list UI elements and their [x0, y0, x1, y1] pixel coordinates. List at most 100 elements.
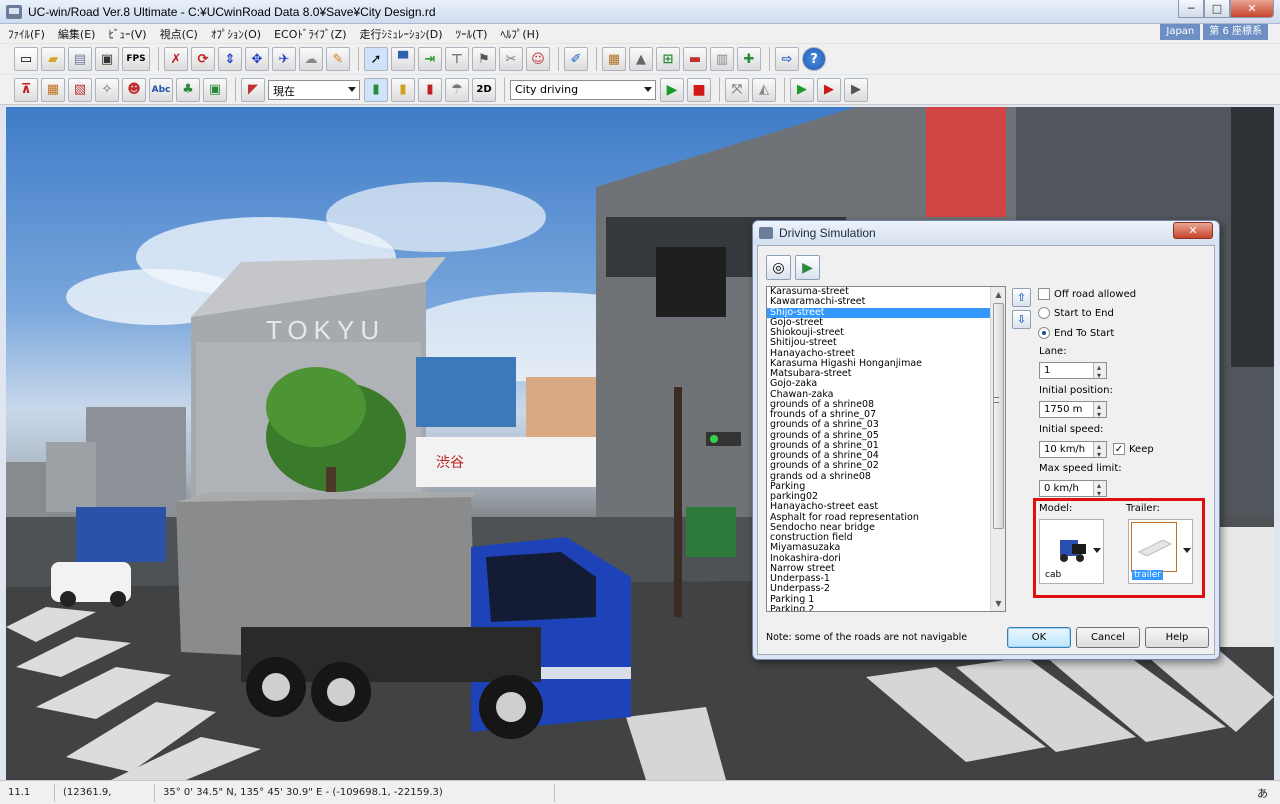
road-list-item[interactable]: Underpass-2: [767, 583, 1005, 594]
keep-checkbox[interactable]: ✓: [1113, 443, 1125, 455]
menu-viewpoint[interactable]: 視点(C): [160, 26, 198, 42]
paint-icon[interactable]: ✎: [326, 47, 350, 71]
menu-options[interactable]: ｵﾌﾟｼｮﾝ(O): [211, 26, 261, 42]
grid-icon[interactable]: ▦: [602, 47, 626, 71]
new-file-icon[interactable]: ▭: [14, 47, 38, 71]
start-to-end-option[interactable]: Start to End: [1038, 307, 1114, 319]
car-icon[interactable]: ▀: [391, 47, 415, 71]
coordinate-system-indicator[interactable]: 第 6 座標系: [1203, 24, 1268, 40]
move-icon[interactable]: ✥: [245, 47, 269, 71]
text-icon[interactable]: Abc: [149, 77, 173, 102]
spinner-arrows-icon[interactable]: [1093, 399, 1106, 422]
export-icon[interactable]: ⇨: [775, 47, 799, 71]
help-button[interactable]: Help: [1145, 627, 1209, 648]
signal-stop-icon[interactable]: ▶: [844, 77, 868, 102]
end-to-start-radio[interactable]: [1038, 327, 1050, 339]
gate-icon[interactable]: ⇥: [418, 47, 442, 71]
scenario-combo[interactable]: City driving: [510, 79, 656, 100]
minimize-button[interactable]: ─: [1178, 0, 1204, 18]
menu-driving-sim[interactable]: 走行ｼﾐｭﾚｰｼｮﾝ(D): [360, 26, 443, 42]
person-icon[interactable]: ☺: [526, 47, 550, 71]
time-icon[interactable]: ◤: [241, 77, 265, 102]
steering-wheel-icon[interactable]: ◎: [766, 255, 791, 280]
fps-icon[interactable]: FPS: [122, 47, 150, 71]
road-red-icon[interactable]: ⊼: [14, 77, 38, 102]
chevron-down-icon[interactable]: [1183, 548, 1191, 553]
people-icon[interactable]: ☻: [122, 77, 146, 102]
document-icon[interactable]: ▥: [710, 47, 734, 71]
spinner-arrows-icon[interactable]: [1093, 360, 1106, 383]
open-folder-icon[interactable]: ▰: [41, 47, 65, 71]
keep-option[interactable]: ✓ Keep: [1113, 443, 1154, 455]
move-vertical-icon[interactable]: ⇕: [218, 47, 242, 71]
rotate-icon[interactable]: ⟳: [191, 47, 215, 71]
move-down-button[interactable]: ⇩: [1012, 310, 1031, 329]
menu-tools[interactable]: ﾂｰﾙ(T): [456, 26, 488, 42]
chevron-down-icon[interactable]: [1093, 548, 1101, 553]
plane-icon[interactable]: ✈: [272, 47, 296, 71]
weather-icon[interactable]: ☂: [445, 77, 469, 102]
spinner-arrows-icon[interactable]: [1093, 439, 1106, 462]
region-indicator[interactable]: Japan: [1160, 24, 1201, 40]
sign-icon[interactable]: ⊞: [656, 47, 680, 71]
spinner-arrows-icon[interactable]: [1093, 478, 1106, 501]
route-play-icon[interactable]: ▶: [795, 255, 820, 280]
initial-position-spinner[interactable]: 1750 m: [1039, 399, 1107, 422]
ok-button[interactable]: OK: [1007, 627, 1071, 648]
flag-icon[interactable]: ⚑: [472, 47, 496, 71]
view-2d-icon[interactable]: 2D: [472, 77, 496, 102]
road-list-item[interactable]: Kawaramachi-street: [767, 296, 1005, 307]
save-icon[interactable]: ▣: [95, 47, 119, 71]
road-list-item[interactable]: grounds of a shrine_03: [767, 419, 1005, 430]
help-icon[interactable]: ?: [802, 47, 826, 71]
zoom-fit-icon[interactable]: ⤧: [725, 77, 749, 102]
initial-speed-spinner[interactable]: 10 km/h: [1039, 439, 1107, 462]
scroll-thumb[interactable]: [993, 303, 1004, 529]
database-icon[interactable]: ▤: [68, 47, 92, 71]
menu-view[interactable]: ﾋﾞｭｰ(V): [108, 26, 146, 42]
off-road-option[interactable]: Off road allowed: [1038, 288, 1136, 300]
scroll-up-icon[interactable]: ▲: [991, 287, 1005, 302]
traffic-red-icon[interactable]: ▮: [418, 77, 442, 102]
traffic-yellow-icon[interactable]: ▮: [391, 77, 415, 102]
pen-icon[interactable]: ✐: [564, 47, 588, 71]
image-icon[interactable]: ▣: [203, 77, 227, 102]
terrain-icon[interactable]: ◭: [752, 77, 776, 102]
scroll-down-icon[interactable]: ▼: [991, 596, 1005, 611]
menu-edit[interactable]: 編集(E): [58, 26, 96, 42]
crane-icon[interactable]: ⊤: [445, 47, 469, 71]
lane-spinner[interactable]: 1: [1039, 360, 1107, 383]
cloud-icon[interactable]: ☁: [299, 47, 323, 71]
stop-icon[interactable]: ■: [687, 77, 711, 102]
signal-green-icon[interactable]: ▶: [790, 77, 814, 102]
road-list-item[interactable]: Hanayacho-street east: [767, 501, 1005, 512]
vehicle-icon[interactable]: ▬: [683, 47, 707, 71]
table-icon[interactable]: ▦: [41, 77, 65, 102]
road-icon[interactable]: ▲: [629, 47, 653, 71]
move-up-button[interactable]: ⇧: [1012, 288, 1031, 307]
select-icon[interactable]: ➚: [364, 47, 388, 71]
road-list-item[interactable]: Parking 2: [767, 604, 1005, 611]
add-icon[interactable]: ✚: [737, 47, 761, 71]
time-combo[interactable]: 現在: [268, 79, 360, 100]
menu-eco-drive[interactable]: ECOﾄﾞﾗｲﾌﾞ(Z): [274, 26, 346, 42]
menu-help[interactable]: ﾍﾙﾌﾟ(H): [500, 26, 539, 42]
max-speed-spinner[interactable]: 0 km/h: [1039, 478, 1107, 501]
trees-icon[interactable]: ♣: [176, 77, 200, 102]
maximize-button[interactable]: □: [1204, 0, 1230, 18]
road-edit-icon[interactable]: ✗: [164, 47, 188, 71]
road-list-scrollbar[interactable]: ▲ ▼: [990, 287, 1005, 611]
road-list-item[interactable]: Miyamasuzaka: [767, 542, 1005, 553]
road-list-item[interactable]: grounds of a shrine_02: [767, 460, 1005, 471]
road-list[interactable]: Karasuma-street Kawaramachi-street Shijo-s…: [766, 286, 1006, 612]
off-road-checkbox[interactable]: [1038, 288, 1050, 300]
tools-icon[interactable]: ✂: [499, 47, 523, 71]
start-to-end-radio[interactable]: [1038, 307, 1050, 319]
signal-red-icon[interactable]: ▶: [817, 77, 841, 102]
cancel-button[interactable]: Cancel: [1076, 627, 1140, 648]
menu-file[interactable]: ﾌｧｲﾙ(F): [8, 26, 45, 42]
end-to-start-option[interactable]: End To Start: [1038, 327, 1114, 339]
wand-icon[interactable]: ✧: [95, 77, 119, 102]
close-button[interactable]: ✕: [1230, 0, 1274, 18]
stack-icon[interactable]: ▧: [68, 77, 92, 102]
